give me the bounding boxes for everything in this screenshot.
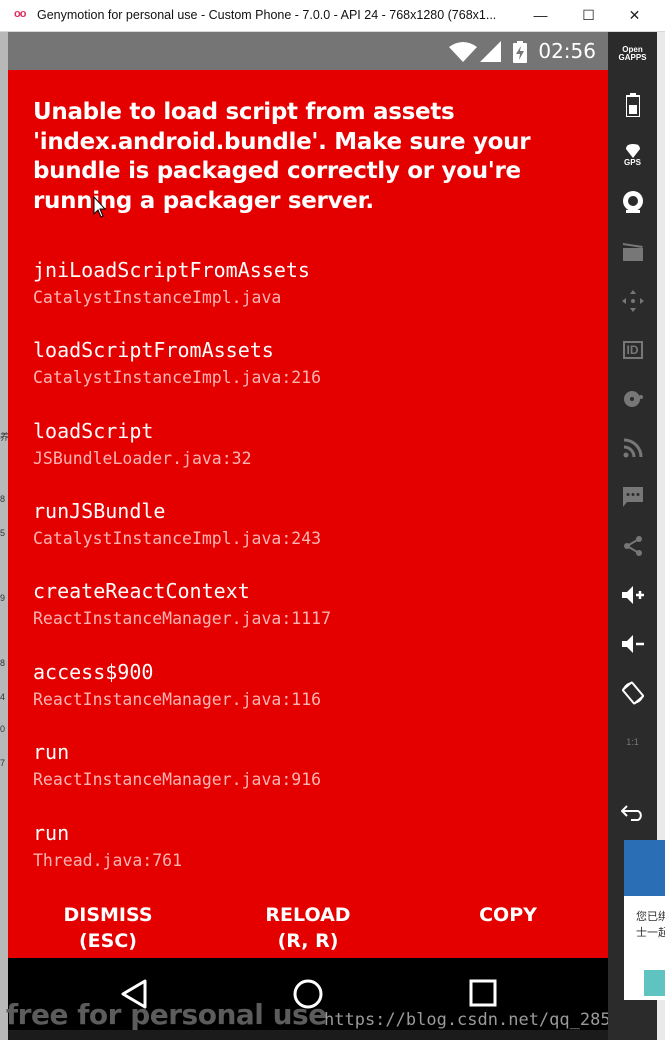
- stack-method: access$900: [33, 660, 154, 684]
- dpad-icon[interactable]: [608, 283, 657, 319]
- stack-frame[interactable]: run ReactInstanceManager.java:916: [33, 740, 321, 789]
- bg-text-fragment: 8: [0, 494, 6, 504]
- reload-shortcut: (R, R): [277, 930, 339, 952]
- bg-text-fragment: 4: [0, 692, 6, 702]
- minimize-button[interactable]: —: [518, 0, 563, 32]
- stack-frame[interactable]: runJSBundle CatalystInstanceImpl.java:24…: [33, 499, 321, 548]
- bg-text-fragment: 0: [0, 724, 6, 734]
- notification-popup[interactable]: 您已绑 士一起: [624, 840, 665, 1000]
- popup-text: 士一起: [636, 927, 665, 939]
- id-icon[interactable]: ID: [608, 332, 657, 368]
- stack-frame[interactable]: loadScript JSBundleLoader.java:32: [33, 419, 252, 468]
- disk-icon[interactable]: [608, 381, 657, 417]
- media-icon[interactable]: [608, 234, 657, 270]
- pixel-perfect-label: 1:1: [626, 737, 639, 747]
- gps-label: GPS: [624, 157, 641, 167]
- close-button[interactable]: ✕: [612, 0, 657, 32]
- stack-method: run: [33, 821, 70, 845]
- reload-button[interactable]: RELOAD (R, R): [208, 902, 408, 954]
- stack-method: createReactContext: [33, 579, 250, 603]
- watermark-text: free for personal use: [6, 998, 327, 1031]
- stack-file: ReactInstanceManager.java:916: [33, 770, 322, 789]
- id-label: ID: [622, 341, 643, 359]
- back-icon[interactable]: [608, 794, 657, 830]
- stack-file: Thread.java:761: [33, 851, 183, 870]
- status-time: 02:56: [538, 39, 596, 63]
- battery-icon[interactable]: [608, 87, 657, 123]
- stack-file: ReactInstanceManager.java:1117: [33, 609, 332, 628]
- bg-text-fragment: 7: [0, 758, 6, 768]
- android-status-bar: 02:56: [8, 32, 608, 70]
- nav-recents-icon[interactable]: [468, 978, 498, 1008]
- gps-icon[interactable]: GPS: [608, 137, 657, 173]
- sms-icon[interactable]: [608, 479, 657, 515]
- pixel-perfect-icon[interactable]: 1:1: [608, 724, 657, 760]
- mouse-cursor-icon: [93, 196, 107, 218]
- reload-label: RELOAD: [265, 904, 351, 926]
- stack-method: jniLoadScriptFromAssets: [33, 258, 310, 282]
- background-window-edge: 养 8 5 9 8 4 0 7: [0, 32, 9, 1040]
- maximize-button[interactable]: ☐: [566, 0, 611, 32]
- rotate-icon[interactable]: [608, 675, 657, 711]
- copy-label: COPY: [479, 904, 537, 926]
- dismiss-shortcut: (ESC): [79, 930, 137, 952]
- stack-method: loadScriptFromAssets: [33, 338, 274, 362]
- redbox-error-screen: Unable to load script from assets 'index…: [8, 70, 608, 958]
- popup-action-button[interactable]: [644, 970, 665, 996]
- stack-file: ReactInstanceManager.java:116: [33, 690, 322, 709]
- battery-charging-icon: [513, 41, 527, 63]
- wifi-icon: [449, 42, 477, 62]
- stack-file: CatalystInstanceImpl.java: [33, 288, 282, 307]
- stack-method: run: [33, 740, 70, 764]
- stack-frame[interactable]: createReactContext ReactInstanceManager.…: [33, 579, 331, 628]
- copy-button[interactable]: COPY: [408, 902, 608, 928]
- dismiss-button[interactable]: DISMISS (ESC): [8, 902, 208, 954]
- volume-up-icon[interactable]: [608, 577, 657, 613]
- stack-method: loadScript: [33, 419, 154, 443]
- bg-text-fragment: 8: [0, 658, 6, 668]
- dismiss-label: DISMISS: [63, 904, 153, 926]
- camera-icon[interactable]: [608, 184, 657, 220]
- error-message: Unable to load script from assets 'index…: [33, 99, 531, 214]
- open-gapps-label: Open GAPPS: [618, 45, 647, 62]
- window-title: Genymotion for personal use - Custom Pho…: [37, 8, 497, 22]
- bg-text-fragment: 9: [0, 593, 6, 603]
- genymotion-logo-icon: oo: [14, 8, 26, 20]
- window-titlebar: oo Genymotion for personal use - Custom …: [0, 0, 665, 32]
- popup-text: 您已绑: [636, 911, 665, 923]
- stack-file: CatalystInstanceImpl.java:216: [33, 368, 322, 387]
- stack-file: CatalystInstanceImpl.java:243: [33, 529, 322, 548]
- volume-down-icon[interactable]: [608, 626, 657, 662]
- stack-method: runJSBundle: [33, 499, 166, 523]
- popup-header: [624, 840, 665, 896]
- open-gapps-icon[interactable]: Open GAPPS: [608, 36, 657, 72]
- stack-frame[interactable]: access$900 ReactInstanceManager.java:116: [33, 660, 321, 709]
- rss-icon[interactable]: [608, 430, 657, 466]
- stack-frame[interactable]: jniLoadScriptFromAssets CatalystInstance…: [33, 258, 310, 307]
- share-icon[interactable]: [608, 528, 657, 564]
- stack-file: JSBundleLoader.java:32: [33, 449, 252, 468]
- cell-signal-icon: [480, 41, 501, 62]
- bg-text-fragment: 5: [0, 528, 6, 538]
- stack-frame[interactable]: loadScriptFromAssets CatalystInstanceImp…: [33, 338, 321, 387]
- stack-frame[interactable]: run Thread.java:761: [33, 821, 182, 870]
